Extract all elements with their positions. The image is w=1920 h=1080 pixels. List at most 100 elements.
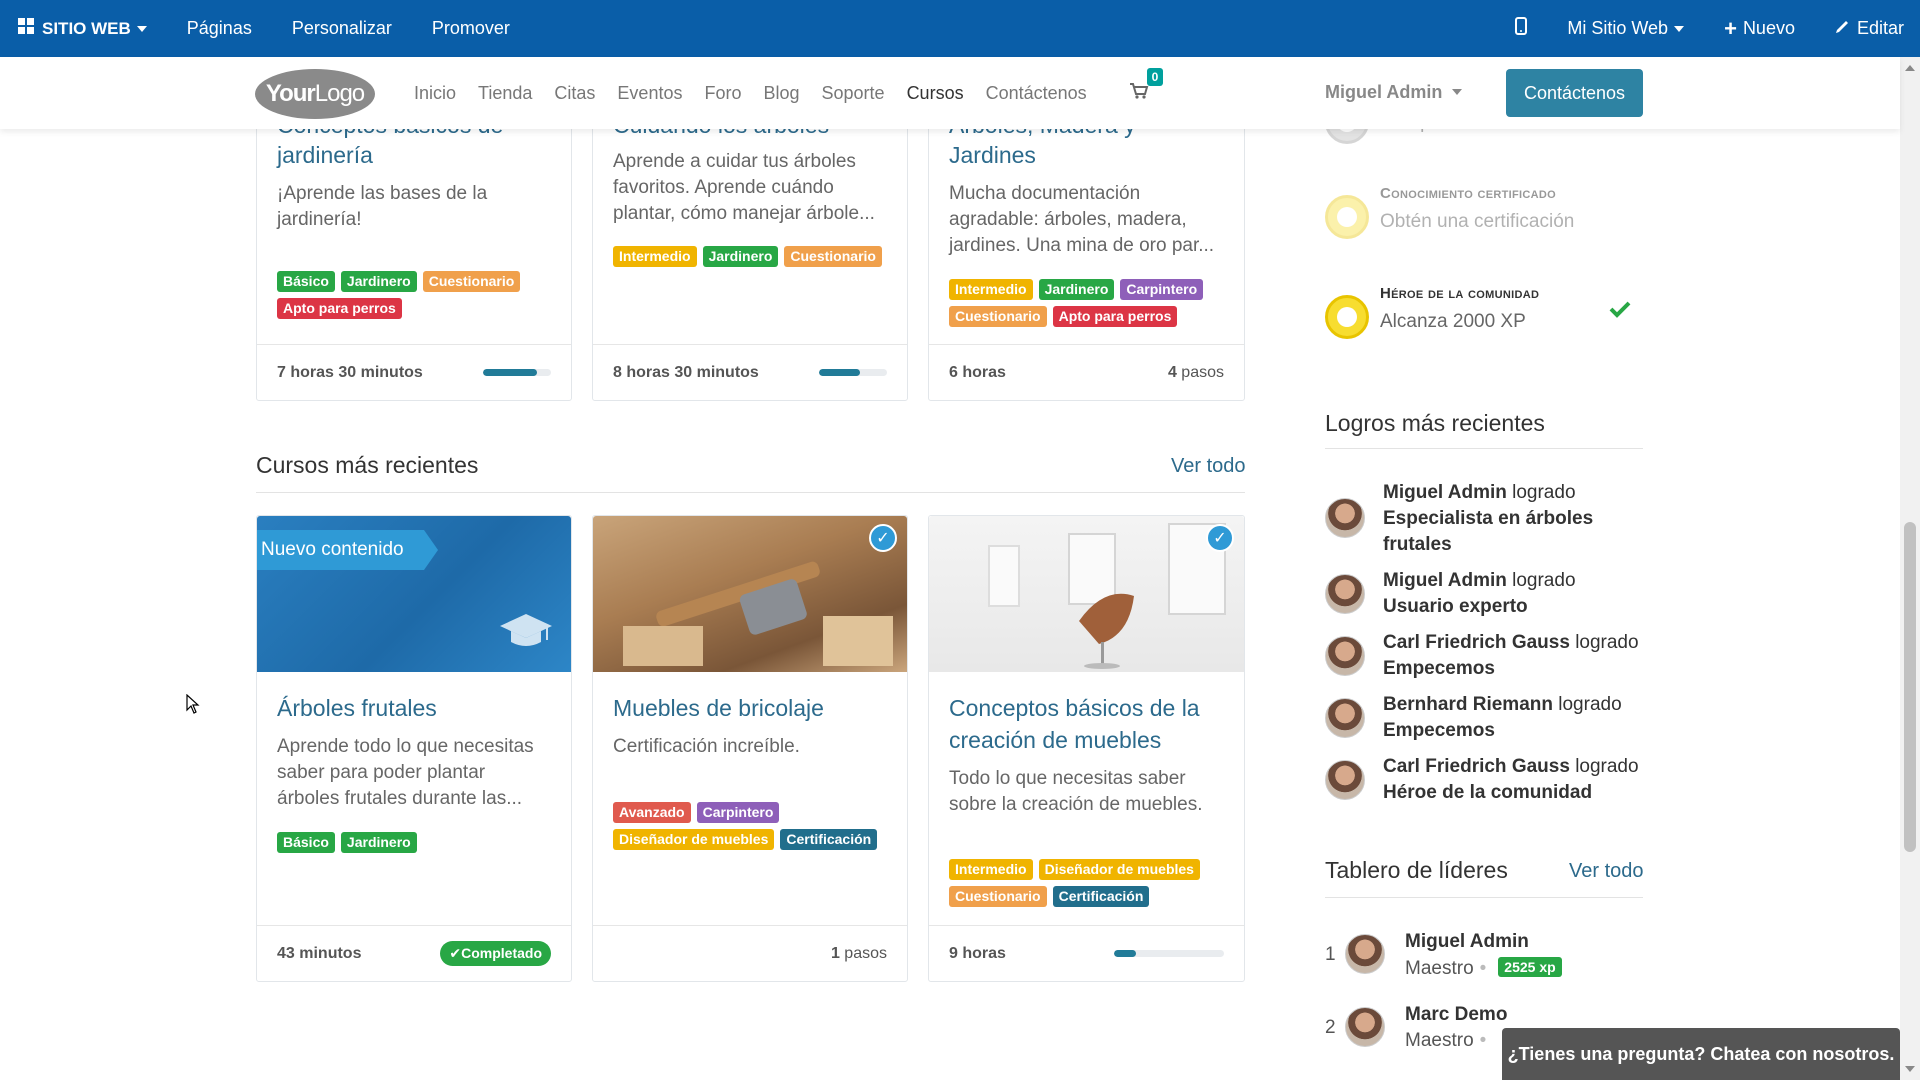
achievement-item: Miguel Admin logrado Usuario experto <box>1325 568 1643 624</box>
course-card[interactable]: ✓ Conceptos básicos de la creación de mu… <box>928 515 1245 982</box>
achievement-user[interactable]: Carl Friedrich Gauss <box>1383 756 1570 777</box>
steps-count: 1 <box>830 944 840 962</box>
scroll-up-arrow-icon[interactable] <box>1905 65 1915 71</box>
nav-link-soporte[interactable]: Soporte <box>822 83 885 104</box>
tag[interactable]: Cuestionario <box>784 246 882 267</box>
achievement-text: Carl Friedrich Gauss logrado Héroe de la … <box>1383 754 1643 806</box>
avatar <box>1325 698 1365 738</box>
tag[interactable]: Intermedio <box>613 246 697 267</box>
badge-medal-icon <box>1325 195 1369 239</box>
avatar <box>1325 760 1365 800</box>
course-steps: 1 pasos <box>831 945 887 963</box>
recent-achievements-title: Logros más recientes <box>1325 410 1545 436</box>
achievement-user[interactable]: Carl Friedrich Gauss <box>1383 632 1570 653</box>
tag[interactable]: Básico <box>277 271 335 292</box>
leaderboard-see-all-link[interactable]: Ver todo <box>1569 860 1644 883</box>
tag[interactable]: Certificación <box>780 829 878 850</box>
tag[interactable]: Jardinero <box>340 271 417 292</box>
course-title[interactable]: Muebles de bricolaje <box>613 692 824 724</box>
tag[interactable]: Diseñador de muebles <box>613 829 775 850</box>
tag[interactable]: Cuestionario <box>949 886 1047 907</box>
course-cover-image: ✓ <box>929 516 1244 672</box>
course-card[interactable]: Nuevo contenido Árboles frutales Aprende… <box>256 515 572 982</box>
course-cover-image: Nuevo contenido <box>257 516 571 672</box>
tag[interactable]: Diseñador de muebles <box>1038 859 1200 880</box>
achievement-verb: logrado <box>1575 632 1639 653</box>
pages-menu[interactable]: Páginas <box>167 0 272 57</box>
recent-courses-see-all-link[interactable]: Ver todo <box>1171 455 1246 478</box>
achievement-item: Carl Friedrich Gauss logrado Empecemos <box>1325 630 1643 686</box>
course-title[interactable]: Árboles frutales <box>277 692 437 724</box>
apps-grid-icon <box>18 18 34 39</box>
new-button[interactable]: + Nuevo <box>1704 0 1815 57</box>
shopping-cart-icon <box>1129 82 1149 104</box>
course-title-line2[interactable]: creación de muebles <box>949 724 1161 756</box>
badge-name: Conocimiento certificado <box>1380 185 1556 202</box>
avatar <box>1325 636 1365 676</box>
nav-link-blog[interactable]: Blog <box>763 83 799 104</box>
course-card[interactable]: Árboles, Madera y Jardines Mucha documen… <box>928 90 1245 401</box>
steps-label: pasos <box>844 944 887 962</box>
customize-menu[interactable]: Personalizar <box>272 0 412 57</box>
tag[interactable]: Jardinero <box>1038 279 1115 300</box>
mobile-preview-button[interactable] <box>1495 0 1547 57</box>
nav-link-foro[interactable]: Foro <box>704 83 741 104</box>
badge-name: Héroe de la comunidad <box>1380 285 1540 302</box>
scroll-down-arrow-icon[interactable] <box>1905 1066 1915 1072</box>
nav-link-eventos[interactable]: Eventos <box>617 83 682 104</box>
course-title-line1[interactable]: Conceptos básicos de la <box>949 692 1200 724</box>
caret-down-icon <box>136 25 147 32</box>
progress-fill <box>483 369 538 376</box>
cart-link[interactable]: 0 <box>1129 67 1164 105</box>
course-card[interactable]: Conceptos básicos de jardinería ¡Aprende… <box>256 90 572 401</box>
website-menu[interactable]: SITIO WEB <box>0 0 167 57</box>
user-menu[interactable]: Miguel Admin <box>1325 82 1463 103</box>
website-menu-label: SITIO WEB <box>42 18 131 38</box>
course-duration: 43 minutos <box>277 944 362 962</box>
scrollbar-thumb[interactable] <box>1904 522 1916 852</box>
tag[interactable]: Intermedio <box>949 859 1033 880</box>
badge-description: Alcanza 2000 XP <box>1380 311 1526 332</box>
contact-us-button[interactable]: Contáctenos <box>1506 69 1643 117</box>
tag[interactable]: Apto para perros <box>1052 306 1178 327</box>
section-divider <box>1325 448 1643 449</box>
nav-link-citas[interactable]: Citas <box>554 83 595 104</box>
logo-text-bold: Your <box>265 80 316 107</box>
tag[interactable]: Certificación <box>1052 886 1150 907</box>
live-chat-button[interactable]: ¿Tienes una pregunta? Chatea con nosotro… <box>1502 1028 1900 1080</box>
tag[interactable]: Cuestionario <box>949 306 1047 327</box>
logo-text-thin: Logo <box>314 80 365 107</box>
achievement-user[interactable]: Miguel Admin <box>1383 482 1507 503</box>
nav-link-tienda[interactable]: Tienda <box>478 83 532 104</box>
edit-button[interactable]: Editar <box>1815 0 1920 57</box>
achievement-badge: Especialista en árboles frutales <box>1383 508 1594 555</box>
leaderboard-user-name[interactable]: Miguel Admin <box>1405 931 1529 953</box>
tag[interactable]: Apto para perros <box>277 298 402 319</box>
page-scrollbar[interactable] <box>1900 57 1920 1080</box>
tag[interactable]: Jardinero <box>702 246 779 267</box>
nav-link-contactenos[interactable]: Contáctenos <box>986 83 1087 104</box>
nav-link-cursos[interactable]: Cursos <box>907 83 964 104</box>
achievement-user[interactable]: Miguel Admin <box>1383 570 1507 591</box>
course-card[interactable]: ✓ Muebles de bricolaje Certificación inc… <box>592 515 908 982</box>
course-footer: 43 minutos ✔Completado <box>257 925 571 981</box>
tag[interactable]: Jardinero <box>340 832 417 853</box>
leaderboard-user-name[interactable]: Marc Demo <box>1405 1004 1507 1026</box>
tag[interactable]: Carpintero <box>696 802 780 823</box>
achievement-user[interactable]: Bernhard Riemann <box>1383 694 1553 715</box>
course-card[interactable]: Cuidando los árboles Aprende a cuidar tu… <box>592 90 908 401</box>
course-tags: Intermedio Jardinero Cuestionario <box>613 246 897 267</box>
badge-description: Obtén una certificación <box>1380 211 1575 232</box>
nav-link-inicio[interactable]: Inicio <box>414 83 456 104</box>
tag[interactable]: Intermedio <box>949 279 1033 300</box>
achievement-item: Bernhard Riemann logrado Empecemos <box>1325 692 1643 748</box>
course-footer: 9 horas <box>929 925 1244 981</box>
tag[interactable]: Avanzado <box>613 802 691 823</box>
tag[interactable]: Cuestionario <box>422 271 521 292</box>
tag[interactable]: Carpintero <box>1120 279 1204 300</box>
tag[interactable]: Básico <box>277 832 335 853</box>
achievement-verb: logrado <box>1512 482 1576 503</box>
promote-menu[interactable]: Promover <box>412 0 530 57</box>
my-website-menu[interactable]: Mi Sitio Web <box>1547 0 1704 57</box>
site-logo[interactable]: Your Logo <box>255 69 375 119</box>
